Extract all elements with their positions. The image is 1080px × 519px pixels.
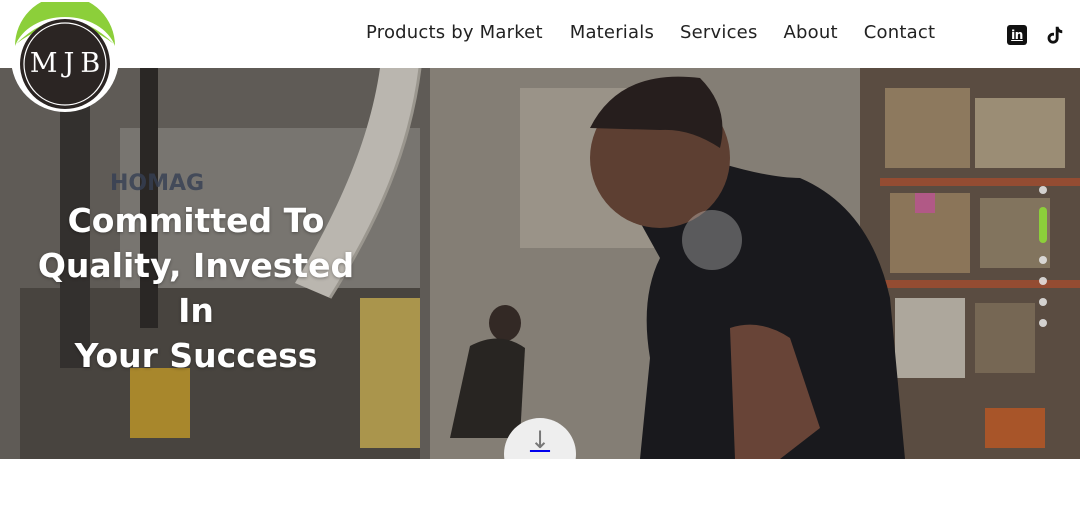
hero-title-line-2: Quality, Invested In <box>37 246 355 330</box>
slider-pagination <box>1038 186 1048 340</box>
nav-item-about[interactable]: About <box>784 22 838 43</box>
mjb-logo[interactable]: MJB <box>6 0 124 112</box>
nav-item-services[interactable]: Services <box>680 22 758 43</box>
hero-title-line-3: Your Success <box>74 336 318 375</box>
nav-item-materials[interactable]: Materials <box>570 22 654 43</box>
slide-dot-3[interactable] <box>1039 256 1047 264</box>
nav-item-products-by-market[interactable]: Products by Market <box>366 22 543 43</box>
hero-title-line-1: Committed To <box>67 201 325 240</box>
main-nav: Products by Market Materials Services Ab… <box>366 22 935 43</box>
hero-title: Committed To Quality, Invested In Your S… <box>16 198 376 378</box>
social-links: in <box>1007 24 1065 46</box>
linkedin-icon-text: in <box>1011 28 1023 42</box>
site-header: Products by Market Materials Services Ab… <box>0 0 1080 68</box>
nav-item-contact[interactable]: Contact <box>864 22 935 43</box>
slide-dot-2-active[interactable] <box>1039 207 1047 243</box>
tiktok-icon <box>1047 26 1063 44</box>
page-content-area <box>0 459 1080 519</box>
hero-banner: HOMAG Committed To Quality, Invested In … <box>0 68 1080 459</box>
logo-text: MJB <box>29 48 107 79</box>
slide-dot-5[interactable] <box>1039 298 1047 306</box>
linkedin-icon[interactable]: in <box>1007 25 1027 45</box>
slide-dot-4[interactable] <box>1039 277 1047 285</box>
arrow-down-icon: ↓ <box>529 426 551 454</box>
slide-dot-6[interactable] <box>1039 319 1047 327</box>
slide-dot-1[interactable] <box>1039 186 1047 194</box>
tiktok-link[interactable] <box>1043 24 1065 46</box>
